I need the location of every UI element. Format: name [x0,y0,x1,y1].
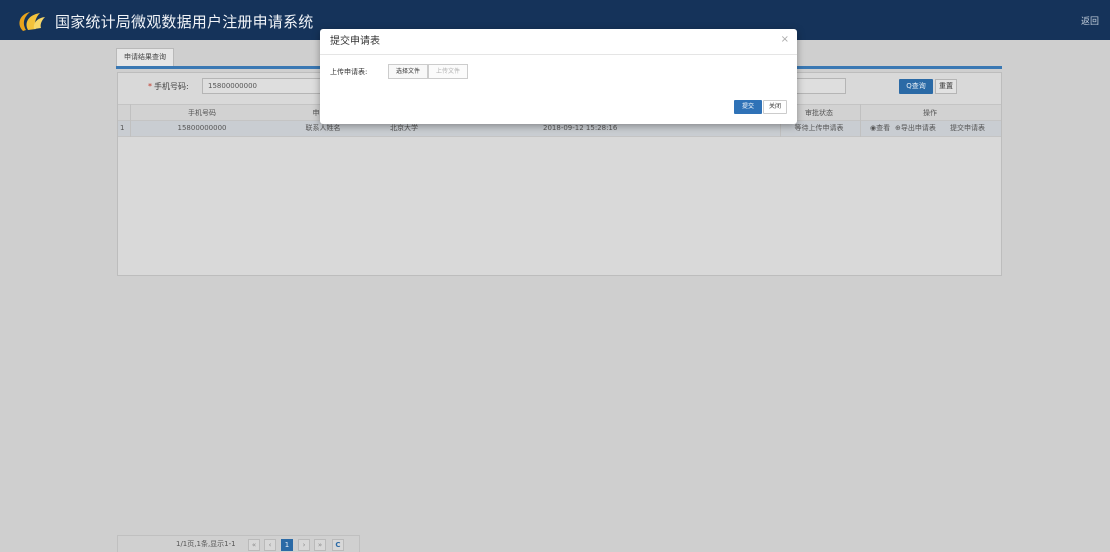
last-page-button[interactable]: » [314,539,326,551]
export-action[interactable]: ⊕导出申请表 [895,121,945,136]
row-index: 1 [120,124,125,132]
tab-query-results[interactable]: 申请结果查询 [116,48,174,66]
app-title: 国家统计局微观数据用户注册申请系统 [55,13,314,31]
first-page-button[interactable]: « [248,539,260,551]
refresh-icon[interactable]: C [332,539,344,551]
submit-button[interactable]: 提交 [734,100,762,114]
close-icon[interactable]: × [781,34,789,46]
page-1-button[interactable]: 1 [281,539,293,551]
close-button[interactable]: 关闭 [763,100,787,114]
column-header-phone: 手机号码 [188,109,216,117]
column-header-actions: 操作 [923,109,937,117]
pagination-info: 1/1页,1条,显示1-1 [176,540,236,548]
query-button[interactable]: Q查询 [899,79,933,94]
back-link[interactable]: 返回 [1081,14,1099,27]
column-divider [860,104,861,137]
submit-application-modal: 提交申请表 × 上传申请表: 选择文件 上传文件 提交 关闭 [320,29,797,124]
column-divider [130,104,131,137]
upload-file-button[interactable]: 上传文件 [428,64,468,79]
modal-divider [320,54,797,55]
reset-button[interactable]: 重置 [935,79,957,94]
logo-icon [19,12,45,31]
view-action[interactable]: ◉查看 [870,121,892,136]
phone-label: * 手机号码: [148,81,189,93]
choose-file-button[interactable]: 选择文件 [388,64,428,79]
phone-label-text: 手机号码: [154,82,189,91]
pagination: 1/1页,1条,显示1-1 « ‹ 1 › » C [117,535,360,552]
submit-action[interactable]: 提交申请表 [950,121,998,136]
next-page-button[interactable]: › [298,539,310,551]
prev-page-button[interactable]: ‹ [264,539,276,551]
required-mark: * [148,82,152,91]
modal-title: 提交申请表 [330,36,380,47]
upload-label: 上传申请表: [330,68,368,76]
cell-phone: 15800000000 [177,124,227,132]
